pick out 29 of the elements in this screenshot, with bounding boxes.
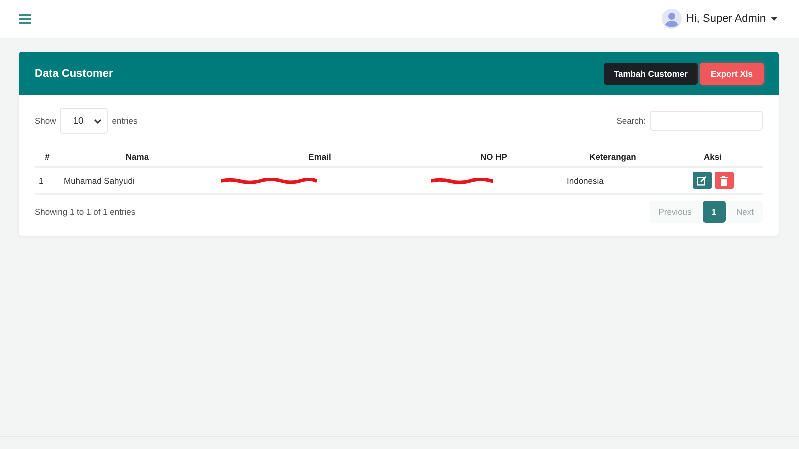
caret-icon[interactable] xyxy=(771,17,778,21)
card-title: Data Customer xyxy=(35,68,114,80)
column-header: Nama xyxy=(126,152,150,162)
menu-icon[interactable] xyxy=(19,14,31,24)
table-cell: Muhamad Sahyudi xyxy=(64,176,135,186)
column-header: Keterangan xyxy=(590,152,636,162)
column-header: Email xyxy=(308,152,332,162)
edit-icon xyxy=(697,176,707,186)
column-header: NO HP xyxy=(480,152,508,162)
table-info: Showing 1 to 1 of 1 entries xyxy=(35,207,136,217)
search-field[interactable] xyxy=(650,111,763,131)
column-header: # xyxy=(45,152,50,162)
table-cell: Indonesia xyxy=(567,176,604,186)
column-header: Aksi xyxy=(704,152,722,162)
show-label: Show xyxy=(35,116,56,126)
export-button[interactable]: Export Xls xyxy=(700,62,764,84)
table-cell: 1 xyxy=(39,176,44,186)
trash-icon xyxy=(720,176,728,186)
entries-select[interactable]: 10 xyxy=(60,108,108,134)
redaction-mark xyxy=(431,178,493,184)
chevron-icon xyxy=(94,118,102,124)
page-button[interactable]: 1 xyxy=(702,201,726,223)
add-button[interactable]: Tambah Customer xyxy=(604,62,698,84)
user-menu[interactable]: Hi, Super Admin xyxy=(686,13,766,25)
delete-button[interactable] xyxy=(714,172,734,189)
search-label: Search: xyxy=(616,116,646,126)
avatar-icon xyxy=(662,9,682,29)
edit-button[interactable] xyxy=(692,172,712,189)
entries-label: entries xyxy=(112,116,138,126)
